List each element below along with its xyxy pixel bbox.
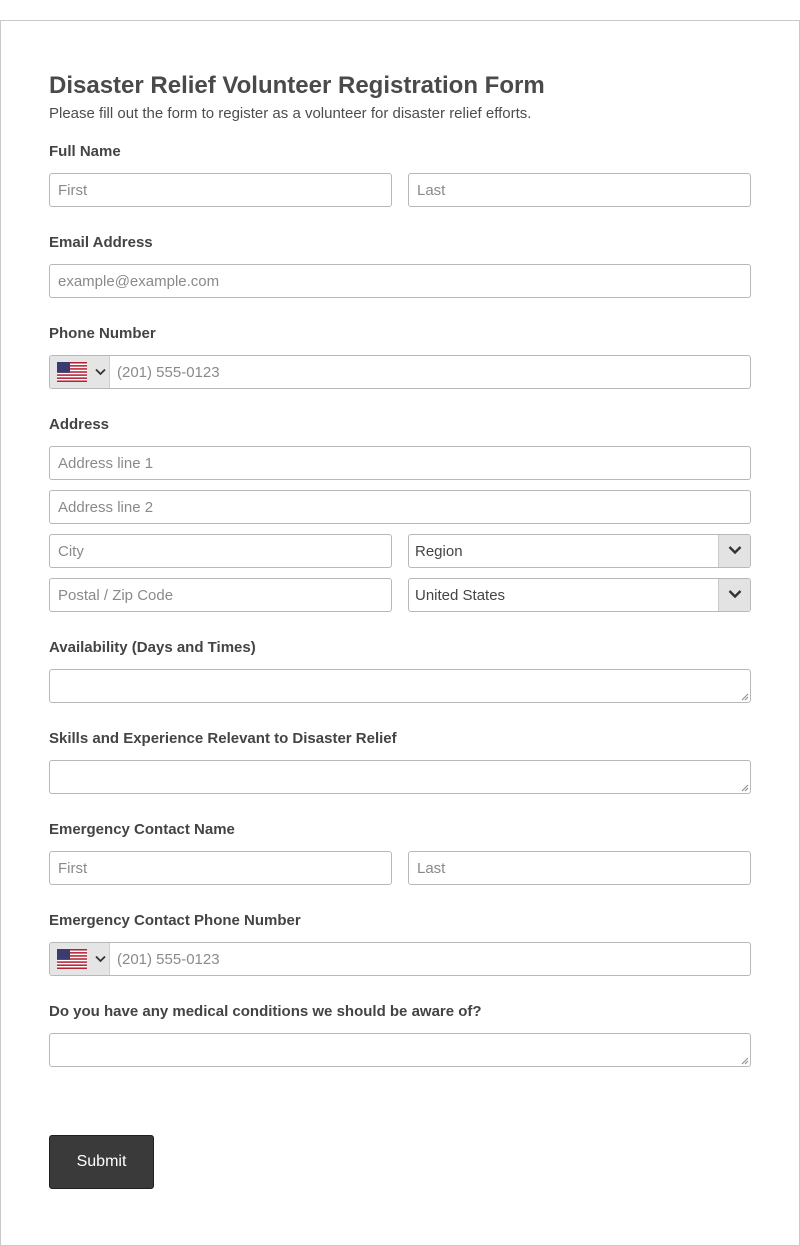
address-line1-input[interactable] xyxy=(49,446,751,480)
skills-label: Skills and Experience Relevant to Disast… xyxy=(49,730,397,747)
us-flag-icon xyxy=(57,949,87,969)
us-flag-icon xyxy=(57,362,87,382)
skills-textarea[interactable] xyxy=(49,760,751,794)
region-select-value: Region xyxy=(415,543,463,560)
emergency-phone-country-select[interactable] xyxy=(50,943,110,975)
chevron-down-icon xyxy=(95,955,106,963)
first-name-input[interactable] xyxy=(49,173,392,207)
phone-field xyxy=(49,355,751,389)
region-dropdown-button[interactable] xyxy=(718,535,750,567)
region-select[interactable]: Region xyxy=(408,534,751,568)
emergency-name-label: Emergency Contact Name xyxy=(49,821,235,838)
address-label: Address xyxy=(49,416,110,433)
form-title: Disaster Relief Volunteer Registration F… xyxy=(49,72,545,99)
full-name-label: Full Name xyxy=(49,143,121,160)
country-select-value: United States xyxy=(415,587,506,604)
medical-label: Do you have any medical conditions we sh… xyxy=(49,1003,482,1020)
postal-code-input[interactable] xyxy=(49,578,392,612)
country-select[interactable]: United States xyxy=(408,578,751,612)
availability-label: Availability (Days and Times) xyxy=(49,639,256,656)
form-subtitle: Please fill out the form to register as … xyxy=(49,105,532,122)
chevron-down-icon xyxy=(95,368,106,376)
chevron-down-icon xyxy=(728,590,742,599)
submit-button[interactable]: Submit xyxy=(49,1135,154,1189)
address-line2-input[interactable] xyxy=(49,490,751,524)
emergency-first-name-input[interactable] xyxy=(49,851,392,885)
emergency-phone-field xyxy=(49,942,751,976)
emergency-last-name-input[interactable] xyxy=(408,851,751,885)
phone-country-select[interactable] xyxy=(50,356,110,388)
emergency-phone-input[interactable] xyxy=(110,943,750,975)
phone-input[interactable] xyxy=(110,356,750,388)
medical-textarea[interactable] xyxy=(49,1033,751,1067)
last-name-input[interactable] xyxy=(408,173,751,207)
phone-label: Phone Number xyxy=(49,325,156,342)
email-input[interactable] xyxy=(49,264,751,298)
email-label: Email Address xyxy=(49,234,153,251)
city-input[interactable] xyxy=(49,534,392,568)
chevron-down-icon xyxy=(728,546,742,555)
country-dropdown-button[interactable] xyxy=(718,579,750,611)
emergency-phone-label: Emergency Contact Phone Number xyxy=(49,912,301,929)
availability-textarea[interactable] xyxy=(49,669,751,703)
